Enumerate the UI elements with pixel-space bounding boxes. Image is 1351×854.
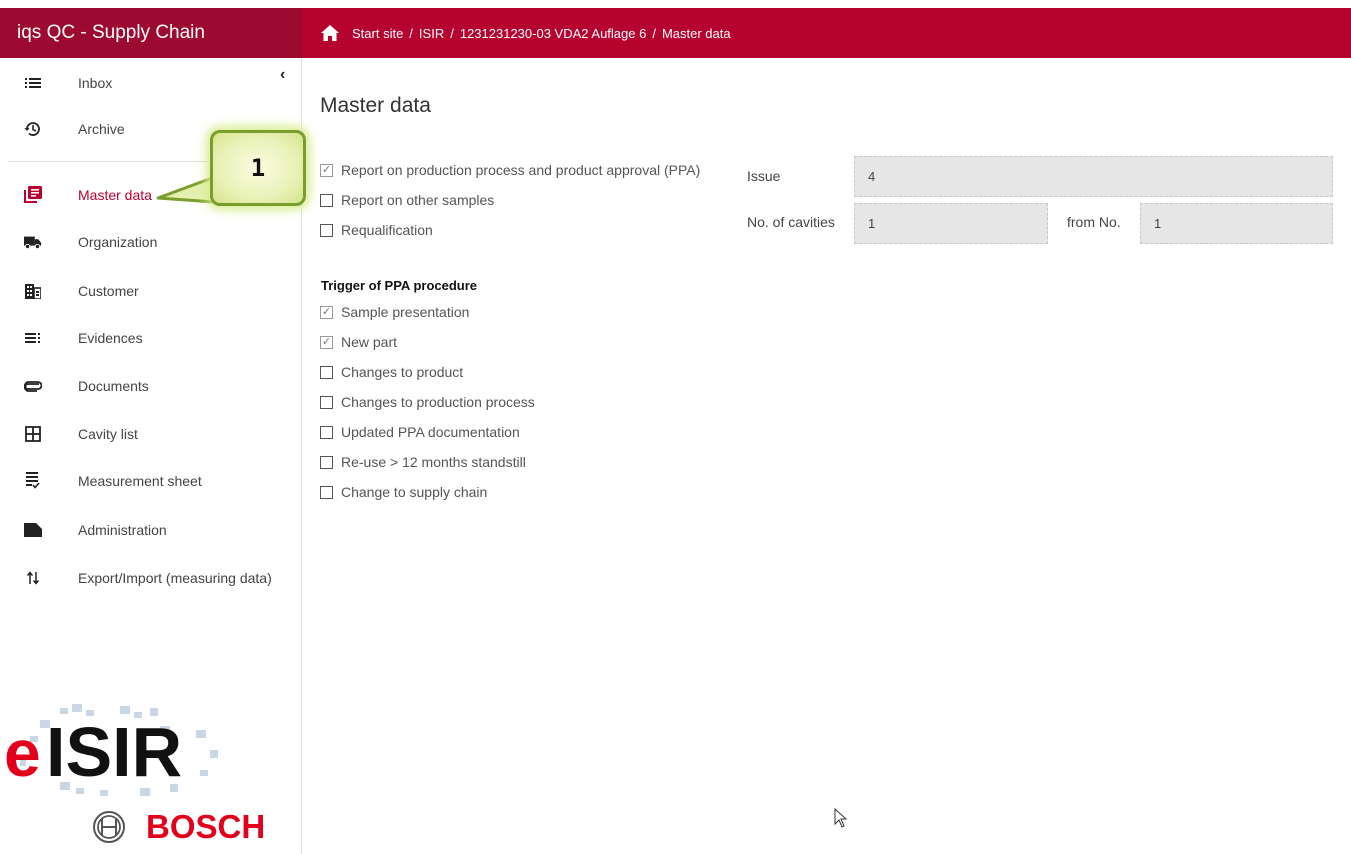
sidebar-item-label: Cavity list xyxy=(78,426,138,442)
sidebar-item-label: Organization xyxy=(78,234,158,250)
checkbox-requalification[interactable]: Requalification xyxy=(320,222,433,238)
checkbox-sample-presentation[interactable]: ✓ Sample presentation xyxy=(320,304,469,320)
checkbox-new-part[interactable]: ✓ New part xyxy=(320,334,397,350)
list-icon xyxy=(24,74,42,92)
checkbox-unchecked-icon xyxy=(320,365,333,379)
checkbox-unchecked-icon xyxy=(320,395,333,409)
checkbox-changes-to-process[interactable]: Changes to production process xyxy=(320,394,535,410)
evidences-icon xyxy=(24,329,42,347)
building-icon xyxy=(24,282,42,300)
callout-marker: 1 xyxy=(210,130,306,206)
checkbox-checked-icon: ✓ xyxy=(320,335,333,349)
paperclip-icon xyxy=(24,377,42,395)
checkbox-unchecked-icon xyxy=(320,425,333,439)
eisir-text: ISIR xyxy=(46,713,182,791)
sidebar-item-administration[interactable]: Administration xyxy=(0,510,302,550)
master-data-icon xyxy=(24,186,42,204)
sidebar-item-label: Documents xyxy=(78,378,149,394)
from-no-field[interactable]: 1 xyxy=(1140,203,1333,244)
import-export-icon xyxy=(24,569,42,587)
checkbox-checked-icon: ✓ xyxy=(320,163,333,177)
sheet-icon xyxy=(24,472,42,490)
cavities-field[interactable]: 1 xyxy=(854,203,1048,244)
eisir-logo: e ISIR xyxy=(4,704,218,796)
sidebar-item-label: Export/Import (measuring data) xyxy=(78,570,272,586)
sidebar-item-organization[interactable]: Organization xyxy=(0,222,302,262)
folder-icon xyxy=(24,521,42,539)
checkbox-unchecked-icon xyxy=(320,485,333,499)
checkbox-other-samples[interactable]: Report on other samples xyxy=(320,192,494,208)
checkbox-updated-ppa-documentation[interactable]: Updated PPA documentation xyxy=(320,424,520,440)
checkbox-changes-to-product[interactable]: Changes to product xyxy=(320,364,463,380)
sidebar-item-label: Archive xyxy=(78,121,125,137)
checkbox-change-supply-chain[interactable]: Change to supply chain xyxy=(320,484,487,500)
bosch-armature-icon xyxy=(93,811,125,843)
grid-icon xyxy=(24,425,42,443)
bosch-wordmark: BOSCH xyxy=(146,808,266,845)
history-icon xyxy=(24,120,42,138)
from-no-label: from No. xyxy=(1067,214,1121,230)
sidebar-item-documents[interactable]: Documents xyxy=(0,366,302,406)
sidebar-item-label: Evidences xyxy=(78,330,143,346)
sidebar-item-inbox[interactable]: Inbox xyxy=(0,63,302,103)
sidebar-item-label: Customer xyxy=(78,283,139,299)
eisir-e: e xyxy=(4,716,41,790)
cavities-label: No. of cavities xyxy=(747,214,835,230)
truck-icon xyxy=(24,233,42,251)
checkbox-checked-icon: ✓ xyxy=(320,305,333,319)
issue-field[interactable]: 4 xyxy=(854,156,1333,197)
issue-label: Issue xyxy=(747,168,781,184)
breadcrumb-current: Master data xyxy=(661,25,731,41)
sidebar-item-label: Measurement sheet xyxy=(78,473,202,489)
trigger-section-title: Trigger of PPA procedure xyxy=(321,278,478,293)
mouse-pointer-icon xyxy=(834,808,848,828)
sidebar-item-export-import[interactable]: Export/Import (measuring data) xyxy=(0,558,302,598)
breadcrumb: Start site / ISIR / 1231231230-03 VDA2 A… xyxy=(302,8,1351,58)
home-icon[interactable] xyxy=(320,24,340,42)
checkbox-ppa-report[interactable]: ✓ Report on production process and produ… xyxy=(320,162,700,178)
breadcrumb-isir[interactable]: ISIR xyxy=(419,26,444,41)
sidebar-item-label: Administration xyxy=(78,522,167,538)
sidebar-item-customer[interactable]: Customer xyxy=(0,271,302,311)
checkbox-unchecked-icon xyxy=(320,223,333,237)
sidebar-item-evidences[interactable]: Evidences xyxy=(0,318,302,358)
page-title: Master data xyxy=(320,94,431,117)
checkbox-unchecked-icon xyxy=(320,455,333,469)
app-title: iqs QC - Supply Chain xyxy=(0,8,302,58)
breadcrumb-start-site[interactable]: Start site xyxy=(352,26,403,41)
checkbox-reuse-standstill[interactable]: Re-use > 12 months standstill xyxy=(320,454,526,470)
sidebar-item-label: Master data xyxy=(78,187,152,203)
bosch-logo: BOSCH xyxy=(92,808,265,846)
sidebar-item-label: Inbox xyxy=(78,75,113,91)
breadcrumb-record[interactable]: 1231231230-03 VDA2 Auflage 6 xyxy=(460,26,647,41)
sidebar-item-measurement-sheet[interactable]: Measurement sheet xyxy=(0,461,302,501)
checkbox-unchecked-icon xyxy=(320,193,333,207)
sidebar-item-cavity-list[interactable]: Cavity list xyxy=(0,414,302,454)
